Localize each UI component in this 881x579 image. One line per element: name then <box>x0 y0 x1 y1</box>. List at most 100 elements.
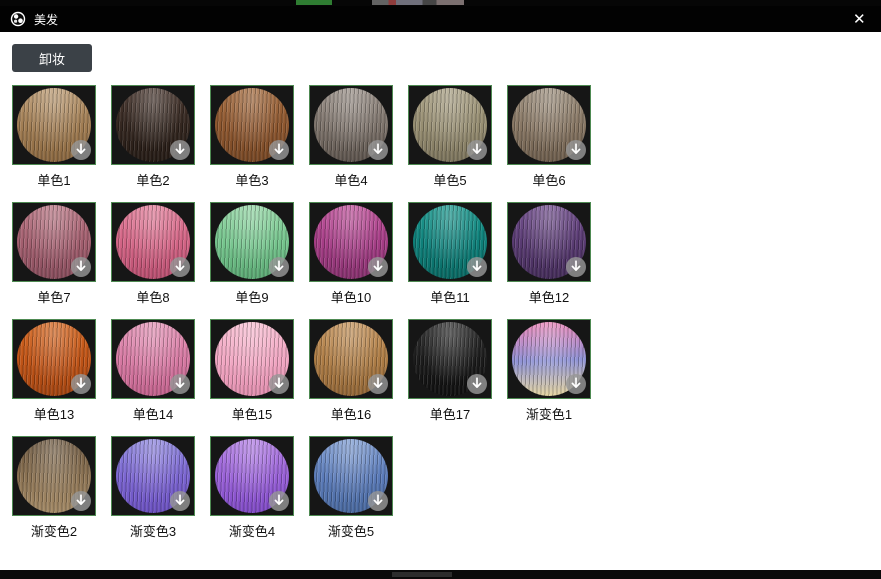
hair-style-label: 单色11 <box>408 287 492 306</box>
background-artifact <box>296 0 332 5</box>
download-icon[interactable] <box>70 373 92 395</box>
hair-style-label: 渐变色2 <box>12 521 96 540</box>
hair-grid: 单色1 单色2 单色3 单色4 单色5 单色6 单色7 单色8 单色9 单色10 单色11 单色12 单… <box>12 85 881 540</box>
hair-style-item: 单色2 <box>111 85 195 189</box>
hair-style-item: 单色9 <box>210 202 294 306</box>
hair-style-item: 单色17 <box>408 319 492 423</box>
hair-style-tile[interactable] <box>210 202 294 282</box>
download-icon[interactable] <box>70 139 92 161</box>
dialog-content: 卸妆 单色1单色2单色3单色4单色5单色6单色7单色8单色9单色10单色11单色… <box>0 32 881 570</box>
hair-style-label: 单色4 <box>309 170 393 189</box>
background-artifact <box>372 0 464 5</box>
hair-style-label: 单色10 <box>309 287 393 306</box>
hair-style-item: 单色12 <box>507 202 591 306</box>
download-icon[interactable] <box>466 373 488 395</box>
background-app-strip-top <box>0 0 881 6</box>
hair-style-label: 单色5 <box>408 170 492 189</box>
download-icon[interactable] <box>169 256 191 278</box>
dialog-title: 美发 <box>34 11 58 28</box>
hair-style-label: 渐变色3 <box>111 521 195 540</box>
hair-style-label: 单色7 <box>12 287 96 306</box>
hair-style-tile[interactable] <box>507 202 591 282</box>
download-icon[interactable] <box>268 256 290 278</box>
background-app-strip-bottom <box>0 570 881 579</box>
hair-style-label: 单色6 <box>507 170 591 189</box>
hair-style-label: 单色12 <box>507 287 591 306</box>
hair-style-tile[interactable] <box>309 85 393 165</box>
download-icon[interactable] <box>367 139 389 161</box>
download-icon[interactable] <box>169 139 191 161</box>
hair-style-item: 渐变色4 <box>210 436 294 540</box>
hair-style-label: 单色1 <box>12 170 96 189</box>
hair-style-item: 单色14 <box>111 319 195 423</box>
hair-style-item: 单色16 <box>309 319 393 423</box>
download-icon[interactable] <box>466 256 488 278</box>
download-icon[interactable] <box>70 490 92 512</box>
hair-style-item: 单色11 <box>408 202 492 306</box>
hair-style-item: 单色7 <box>12 202 96 306</box>
hair-style-tile[interactable] <box>210 319 294 399</box>
dialog-titlebar: 美发 ✕ <box>0 6 881 32</box>
close-button[interactable]: ✕ <box>847 8 871 30</box>
download-icon[interactable] <box>367 256 389 278</box>
download-icon[interactable] <box>268 139 290 161</box>
download-icon[interactable] <box>169 490 191 512</box>
hair-style-item: 单色15 <box>210 319 294 423</box>
hair-style-item: 渐变色5 <box>309 436 393 540</box>
hair-style-tile[interactable] <box>309 436 393 516</box>
remove-makeup-button[interactable]: 卸妆 <box>12 44 92 72</box>
hair-style-tile[interactable] <box>309 319 393 399</box>
download-icon[interactable] <box>268 373 290 395</box>
hair-style-label: 单色9 <box>210 287 294 306</box>
hair-style-item: 单色10 <box>309 202 393 306</box>
hair-style-tile[interactable] <box>12 436 96 516</box>
hair-style-item: 单色4 <box>309 85 393 189</box>
hair-style-tile[interactable] <box>408 319 492 399</box>
hair-style-tile[interactable] <box>12 85 96 165</box>
hair-style-tile[interactable] <box>12 202 96 282</box>
hair-style-label: 渐变色4 <box>210 521 294 540</box>
download-icon[interactable] <box>70 256 92 278</box>
hair-style-tile[interactable] <box>12 319 96 399</box>
hair-style-label: 渐变色1 <box>507 404 591 423</box>
download-icon[interactable] <box>169 373 191 395</box>
download-icon[interactable] <box>565 256 587 278</box>
hair-style-tile[interactable] <box>210 85 294 165</box>
hair-style-label: 单色14 <box>111 404 195 423</box>
background-artifact <box>392 572 452 577</box>
hair-style-label: 渐变色5 <box>309 521 393 540</box>
hair-style-tile[interactable] <box>408 85 492 165</box>
download-icon[interactable] <box>367 490 389 512</box>
hair-style-tile[interactable] <box>210 436 294 516</box>
hair-style-tile[interactable] <box>309 202 393 282</box>
download-icon[interactable] <box>466 139 488 161</box>
hair-style-label: 单色16 <box>309 404 393 423</box>
hair-style-label: 单色8 <box>111 287 195 306</box>
hair-style-tile[interactable] <box>111 436 195 516</box>
download-icon[interactable] <box>367 373 389 395</box>
hair-style-label: 单色3 <box>210 170 294 189</box>
hair-style-label: 单色17 <box>408 404 492 423</box>
hair-style-item: 单色8 <box>111 202 195 306</box>
download-icon[interactable] <box>268 490 290 512</box>
hair-style-item: 渐变色1 <box>507 319 591 423</box>
hair-style-item: 单色6 <box>507 85 591 189</box>
hair-style-label: 单色2 <box>111 170 195 189</box>
download-icon[interactable] <box>565 373 587 395</box>
hair-style-item: 渐变色3 <box>111 436 195 540</box>
hair-style-item: 单色1 <box>12 85 96 189</box>
hair-style-tile[interactable] <box>408 202 492 282</box>
hair-style-item: 单色3 <box>210 85 294 189</box>
hair-style-tile[interactable] <box>507 319 591 399</box>
hair-style-item: 渐变色2 <box>12 436 96 540</box>
hair-style-item: 单色13 <box>12 319 96 423</box>
obs-logo-icon <box>10 11 26 27</box>
hair-style-label: 单色13 <box>12 404 96 423</box>
hair-style-tile[interactable] <box>507 85 591 165</box>
hair-style-tile[interactable] <box>111 319 195 399</box>
hair-style-tile[interactable] <box>111 202 195 282</box>
hair-style-label: 单色15 <box>210 404 294 423</box>
hair-style-tile[interactable] <box>111 85 195 165</box>
download-icon[interactable] <box>565 139 587 161</box>
hair-style-item: 单色5 <box>408 85 492 189</box>
